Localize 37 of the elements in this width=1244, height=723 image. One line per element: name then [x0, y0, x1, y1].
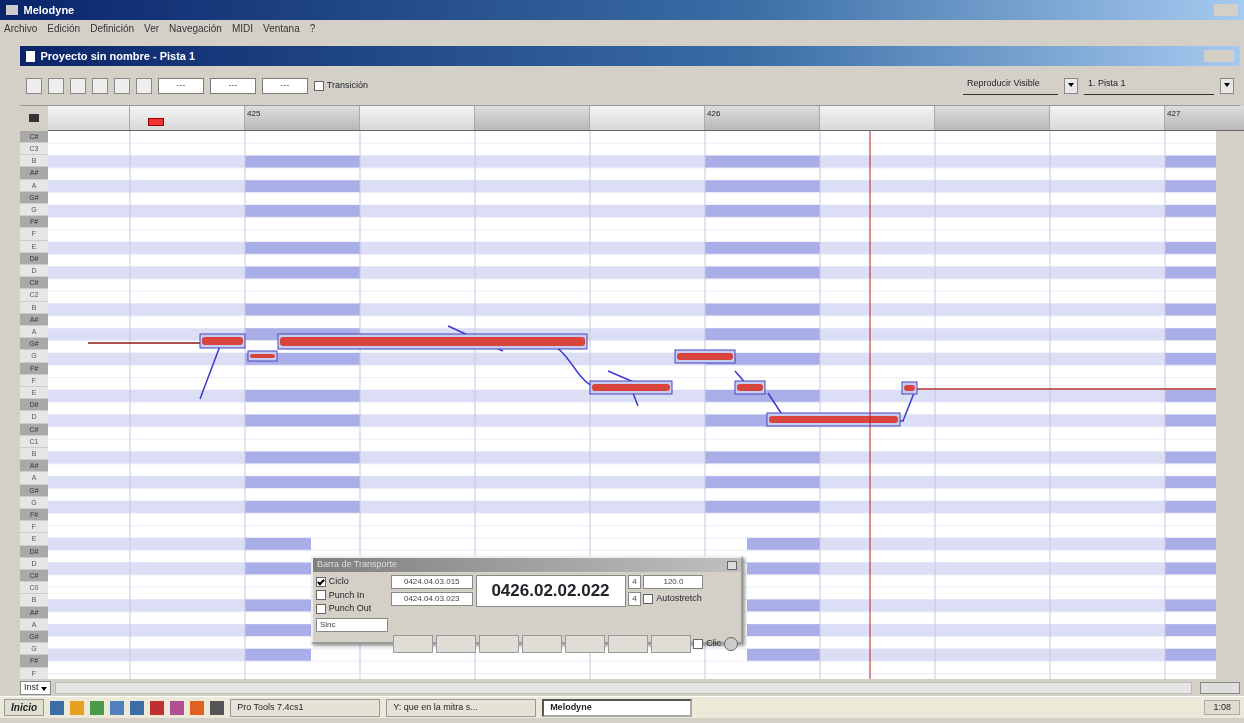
- checkbox-label: Transición: [326, 78, 368, 92]
- menu-item[interactable]: Ver: [144, 20, 160, 36]
- menu-item[interactable]: ?: [309, 20, 316, 36]
- taskbar-button[interactable]: Pro Tools 7.4cs1: [230, 698, 381, 717]
- bar-number: 427: [1167, 109, 1181, 118]
- meter-field[interactable]: 4: [628, 591, 641, 606]
- menu-item[interactable]: MIDI: [231, 20, 254, 36]
- menu-item[interactable]: Edición: [47, 20, 81, 36]
- clock: 1:08: [1204, 699, 1240, 716]
- checkbox-label: Clic: [706, 636, 722, 650]
- document-title: Proyecto sin nombre - Pista 1: [40, 48, 196, 64]
- panel-title: Barra de Transporte: [317, 558, 398, 572]
- checkbox-label: Autostretch: [656, 592, 702, 605]
- start-field[interactable]: 0424.04.03.015: [390, 575, 473, 589]
- menu-item[interactable]: Navegación: [169, 20, 222, 36]
- position-display: 0426.02.02.022: [475, 575, 626, 607]
- window-title: Melodyne: [23, 2, 75, 18]
- number-field[interactable]: ---: [210, 77, 256, 94]
- tempo-field[interactable]: 120.0: [643, 575, 704, 589]
- menu-item[interactable]: Archivo: [4, 20, 38, 36]
- checkbox-label: Ciclo: [328, 575, 349, 588]
- end-field[interactable]: 0424.04.03.023: [390, 591, 473, 606]
- playback-mode-dropdown[interactable]: Reproducir Visible: [963, 76, 1058, 95]
- meter-field[interactable]: 4: [628, 575, 641, 589]
- number-field[interactable]: ---: [158, 77, 204, 94]
- menu-item[interactable]: Definición: [90, 20, 135, 36]
- sync-dropdown[interactable]: Sinc: [316, 617, 388, 632]
- track-dropdown[interactable]: 1. Pista 1: [1084, 76, 1214, 95]
- start-button[interactable]: Inicio: [4, 699, 45, 716]
- checkbox-label: Punch Out: [328, 602, 372, 615]
- number-field[interactable]: ---: [262, 77, 308, 94]
- menu-item[interactable]: Ventana: [263, 20, 300, 36]
- taskbar-button[interactable]: Melodyne: [542, 698, 693, 717]
- checkbox-label: Punch In: [328, 588, 365, 602]
- bar-number: 426: [707, 109, 721, 118]
- taskbar-button[interactable]: Y: que en la mitra s...: [386, 698, 537, 717]
- bar-number: 425: [247, 109, 261, 118]
